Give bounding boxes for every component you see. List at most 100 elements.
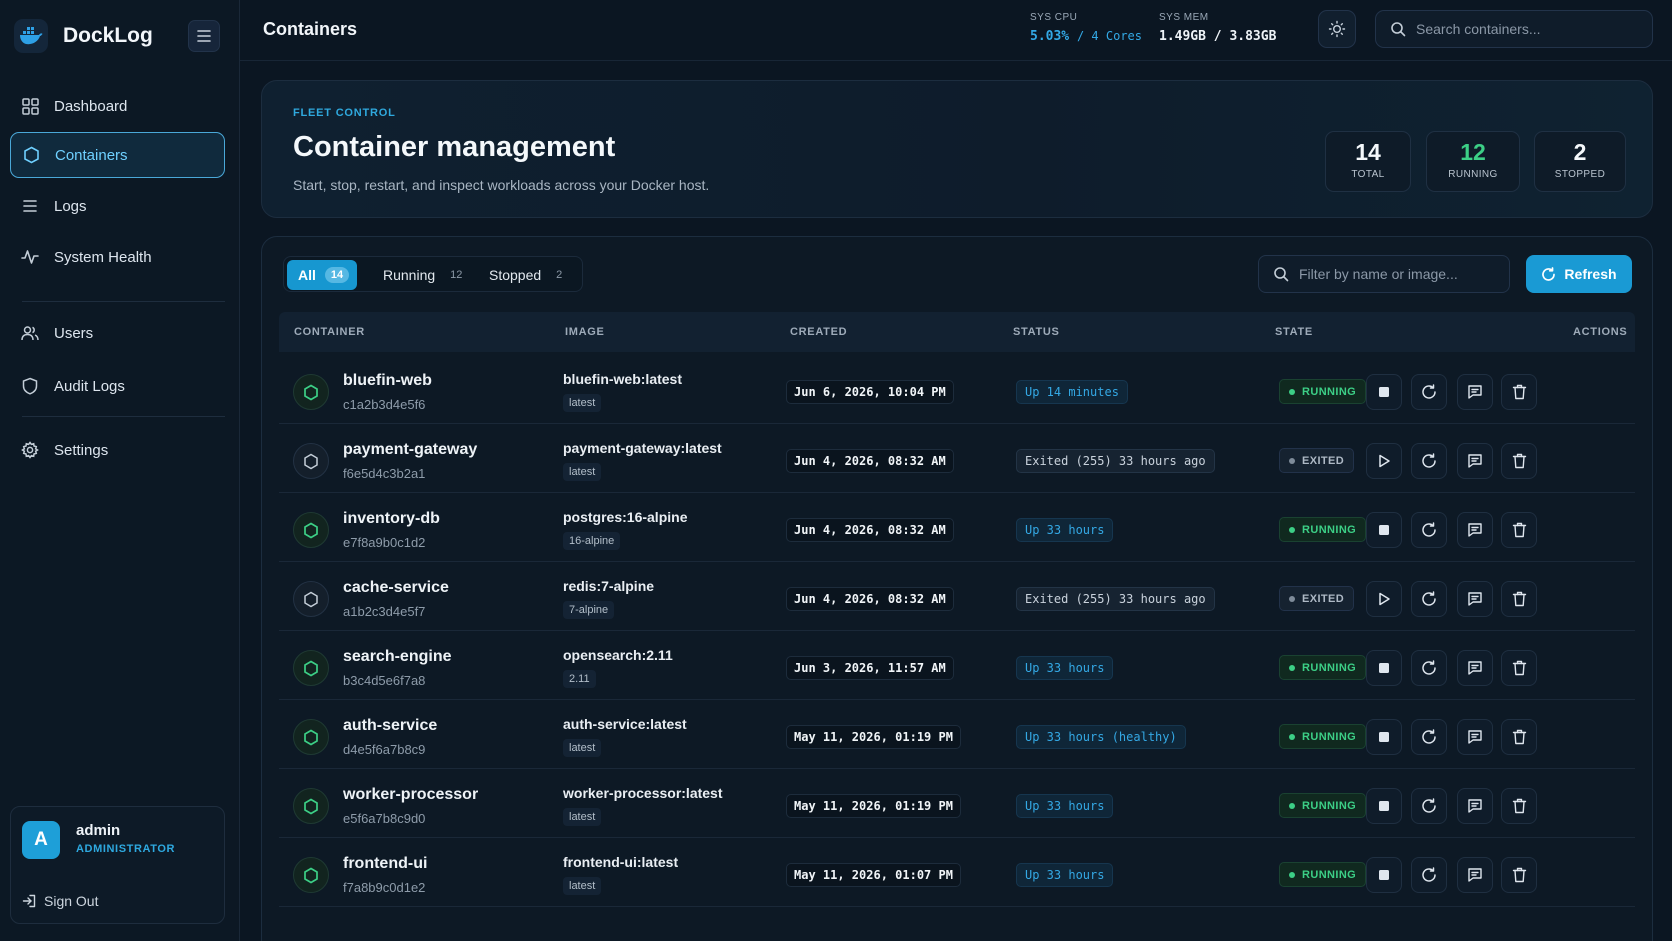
tab-count: 2	[556, 269, 563, 281]
refresh-button[interactable]: Refresh	[1526, 255, 1632, 293]
stop-button[interactable]	[1366, 857, 1402, 893]
stop-button[interactable]	[1366, 512, 1402, 548]
delete-button[interactable]	[1501, 788, 1537, 824]
column-header: ACTIONS	[1573, 326, 1628, 338]
sign-out-button[interactable]: Sign Out	[22, 893, 98, 909]
container-name[interactable]: bluefin-web	[343, 372, 432, 390]
state-badge: RUNNING	[1279, 724, 1367, 749]
table-row[interactable]: frontend-ui f7a8b9c0d1e2 frontend-ui:lates…	[279, 838, 1635, 907]
delete-button[interactable]	[1501, 719, 1537, 755]
tab-all[interactable]: All 14	[287, 260, 358, 290]
container-name[interactable]: cache-service	[343, 579, 449, 597]
top-header: Containers SYS CPU 5.03% / 4 Cores SYS M…	[240, 0, 1672, 61]
logs-icon	[1467, 453, 1483, 469]
table-row[interactable]: cache-service a1b2c3d4e5f7 redis:7-alpine 7…	[279, 562, 1635, 631]
created-date: Jun 4, 2026, 08:32 AM	[786, 518, 954, 542]
trash-icon	[1512, 384, 1527, 400]
restart-button[interactable]	[1411, 374, 1447, 410]
play-icon	[1377, 592, 1391, 606]
sidebar-item-logs[interactable]: Logs	[10, 183, 225, 229]
container-name[interactable]: auth-service	[343, 717, 437, 735]
brand[interactable]: DockLog	[14, 18, 153, 54]
table-row[interactable]: search-engine b3c4d5e6f7a8 opensearch:2.11…	[279, 631, 1635, 700]
restart-button[interactable]	[1411, 857, 1447, 893]
view-logs-button[interactable]	[1457, 512, 1493, 548]
tab-running[interactable]: Running 12	[372, 260, 476, 290]
restart-button[interactable]	[1411, 719, 1447, 755]
stop-button[interactable]	[1366, 374, 1402, 410]
stop-button[interactable]	[1366, 650, 1402, 686]
stat-running: 12 RUNNING	[1426, 131, 1520, 192]
stat-total-label: TOTAL	[1351, 169, 1385, 180]
tab-count: 12	[450, 269, 463, 281]
container-name[interactable]: payment-gateway	[343, 441, 477, 459]
sys-mem-value: 1.49GB / 3.83GB	[1159, 29, 1277, 44]
running-hexagon-icon	[293, 512, 329, 548]
view-logs-button[interactable]	[1457, 719, 1493, 755]
container-name[interactable]: inventory-db	[343, 510, 440, 528]
state-badge: RUNNING	[1279, 379, 1367, 404]
delete-button[interactable]	[1501, 512, 1537, 548]
state-label: RUNNING	[1302, 385, 1357, 398]
theme-toggle-button[interactable]	[1318, 10, 1356, 48]
sidebar-item-dashboard[interactable]: Dashboard	[10, 83, 225, 129]
state-dot	[1289, 595, 1295, 602]
restart-icon	[1421, 660, 1437, 676]
image-name: bluefin-web:latest	[563, 371, 683, 387]
view-logs-button[interactable]	[1457, 650, 1493, 686]
table-row[interactable]: payment-gateway f6e5d4c3b2a1 payment-gatew…	[279, 424, 1635, 493]
status-text: Exited (255) 33 hours ago	[1016, 449, 1215, 473]
view-logs-button[interactable]	[1457, 374, 1493, 410]
sidebar-item-system-health[interactable]: System Health	[10, 234, 225, 280]
column-header: CONTAINER	[294, 326, 365, 338]
sidebar-item-users[interactable]: Users	[10, 310, 225, 356]
restart-button[interactable]	[1411, 788, 1447, 824]
trash-icon	[1512, 660, 1527, 676]
tab-stopped[interactable]: Stopped 2	[478, 260, 576, 290]
table-row[interactable]: bluefin-web c1a2b3d4e5f6 bluefin-web:lates…	[279, 355, 1635, 424]
container-name[interactable]: frontend-ui	[343, 855, 427, 873]
state-dot	[1289, 664, 1295, 671]
status-text: Up 33 hours	[1016, 863, 1114, 887]
avatar[interactable]: A	[22, 821, 60, 859]
state-label: EXITED	[1302, 592, 1345, 605]
sidebar-item-audit-logs[interactable]: Audit Logs	[10, 363, 225, 409]
start-button[interactable]	[1366, 443, 1402, 479]
running-hexagon-icon	[293, 857, 329, 893]
view-logs-button[interactable]	[1457, 788, 1493, 824]
view-logs-button[interactable]	[1457, 857, 1493, 893]
delete-button[interactable]	[1501, 581, 1537, 617]
sidebar-item-settings[interactable]: Settings	[10, 427, 225, 473]
container-name[interactable]: search-engine	[343, 648, 451, 666]
table-row[interactable]: worker-processor e5f6a7b8c9d0 worker-proce…	[279, 769, 1635, 838]
restart-button[interactable]	[1411, 581, 1447, 617]
image-name: payment-gateway:latest	[563, 440, 722, 456]
sys-mem-stat: SYS MEM 1.49GB / 3.83GB	[1159, 12, 1276, 44]
delete-button[interactable]	[1501, 857, 1537, 893]
restart-button[interactable]	[1411, 512, 1447, 548]
sidebar-item-containers[interactable]: Containers	[10, 132, 225, 178]
restart-button[interactable]	[1411, 443, 1447, 479]
delete-button[interactable]	[1501, 443, 1537, 479]
stop-button[interactable]	[1366, 788, 1402, 824]
table-row[interactable]: auth-service d4e5f6a7b8c9 auth-service:lat…	[279, 700, 1635, 769]
view-logs-button[interactable]	[1457, 581, 1493, 617]
brand-name: DockLog	[63, 24, 153, 47]
filter-input[interactable]	[1299, 266, 1509, 282]
stop-button[interactable]	[1366, 719, 1402, 755]
table-row[interactable]: inventory-db e7f8a9b0c1d2 postgres:16-alpi…	[279, 493, 1635, 562]
state-label: RUNNING	[1302, 730, 1357, 743]
image-tag: latest	[563, 463, 602, 481]
container-name[interactable]: worker-processor	[343, 786, 478, 804]
menu-toggle-button[interactable]	[188, 20, 220, 52]
image-tag: latest	[563, 877, 602, 895]
delete-button[interactable]	[1501, 650, 1537, 686]
delete-button[interactable]	[1501, 374, 1537, 410]
view-logs-button[interactable]	[1457, 443, 1493, 479]
search-input[interactable]	[1416, 21, 1626, 37]
filter-containers[interactable]	[1258, 255, 1510, 293]
search-containers[interactable]	[1375, 10, 1653, 48]
restart-icon	[1421, 798, 1437, 814]
start-button[interactable]	[1366, 581, 1402, 617]
restart-button[interactable]	[1411, 650, 1447, 686]
